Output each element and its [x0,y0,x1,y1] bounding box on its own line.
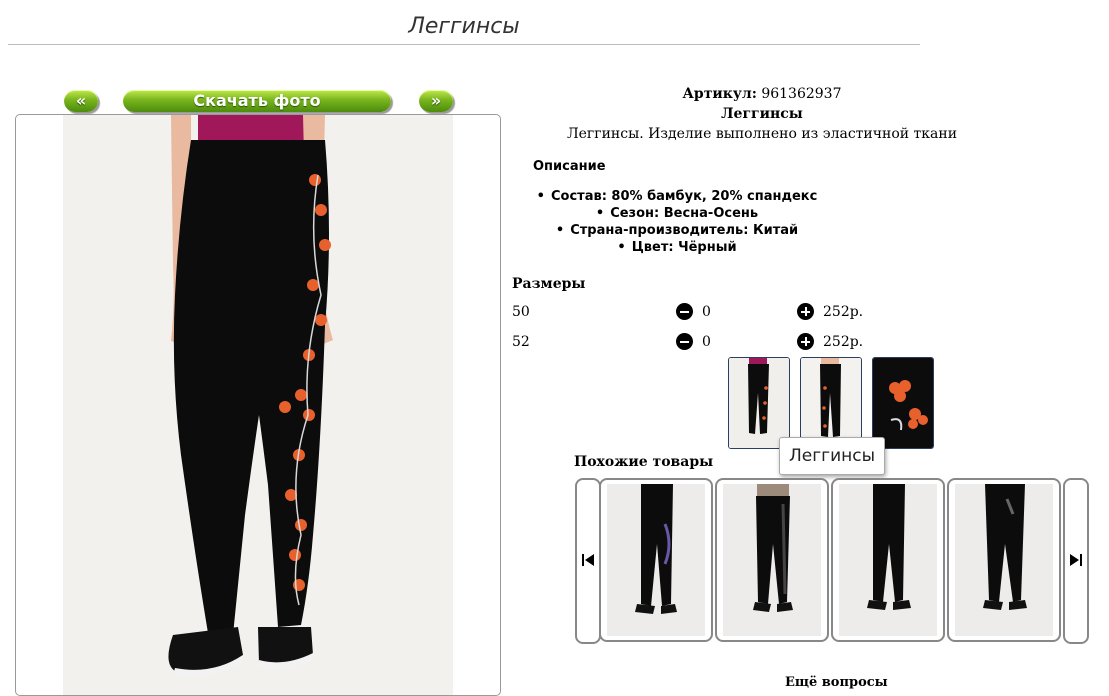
size-price: 252р. [823,334,864,350]
last-icon [1070,554,1082,566]
property-composition: Состав: 80% бамбук, 20% спандекс [512,188,842,205]
product-short-desc: Леггинсы. Изделие выполнено из эластично… [566,126,958,142]
article-label: Артикул: [682,86,757,102]
download-photo-button[interactable]: Скачать фото [123,90,391,112]
page-title: Леггинсы [408,14,520,39]
description-heading: Описание [533,159,606,174]
photo-thumbnail-2[interactable] [800,357,862,449]
photo-thumbnail-3[interactable] [872,357,934,449]
property-country: Страна-производитель: Китай [512,222,842,239]
size-row: 52 0 252р. [512,332,872,352]
carousel-next-button[interactable] [1063,478,1089,644]
similar-product-2[interactable] [715,478,829,642]
size-quantity: 0 [702,334,711,350]
size-row: 50 0 252р. [512,302,872,322]
properties-list: Состав: 80% бамбук, 20% спандекс Сезон: … [512,188,842,256]
size-label: 50 [512,304,530,320]
article-line: Артикул: 961362937 [512,86,1012,102]
product-name: Леггинсы [721,106,803,122]
property-season: Сезон: Весна-Осень [512,205,842,222]
similar-product-1[interactable] [599,478,713,642]
plus-icon[interactable] [797,333,814,350]
photo-thumbnail-1[interactable] [728,357,790,449]
main-photo-frame [15,114,501,696]
prev-photo-button[interactable]: « [64,90,98,112]
carousel-prev-button[interactable] [575,478,601,644]
similar-product-4[interactable] [947,478,1061,642]
similar-product-3[interactable] [831,478,945,642]
plus-icon[interactable] [797,303,814,320]
thumbnail-tooltip: Леггинсы [779,437,885,475]
minus-icon[interactable] [676,333,693,350]
similar-heading: Похожие товары [574,454,714,470]
size-price: 252р. [823,304,864,320]
size-quantity: 0 [702,304,711,320]
main-product-photo[interactable] [63,115,453,695]
minus-icon[interactable] [676,303,693,320]
size-label: 52 [512,334,530,350]
footer-partial-text: Ещё вопросы [785,675,888,690]
property-color: Цвет: Чёрный [512,239,842,256]
first-icon [582,554,594,566]
article-value: 961362937 [761,86,842,102]
title-divider [8,44,920,45]
next-photo-button[interactable]: » [419,90,453,112]
sizes-heading: Размеры [512,276,586,292]
